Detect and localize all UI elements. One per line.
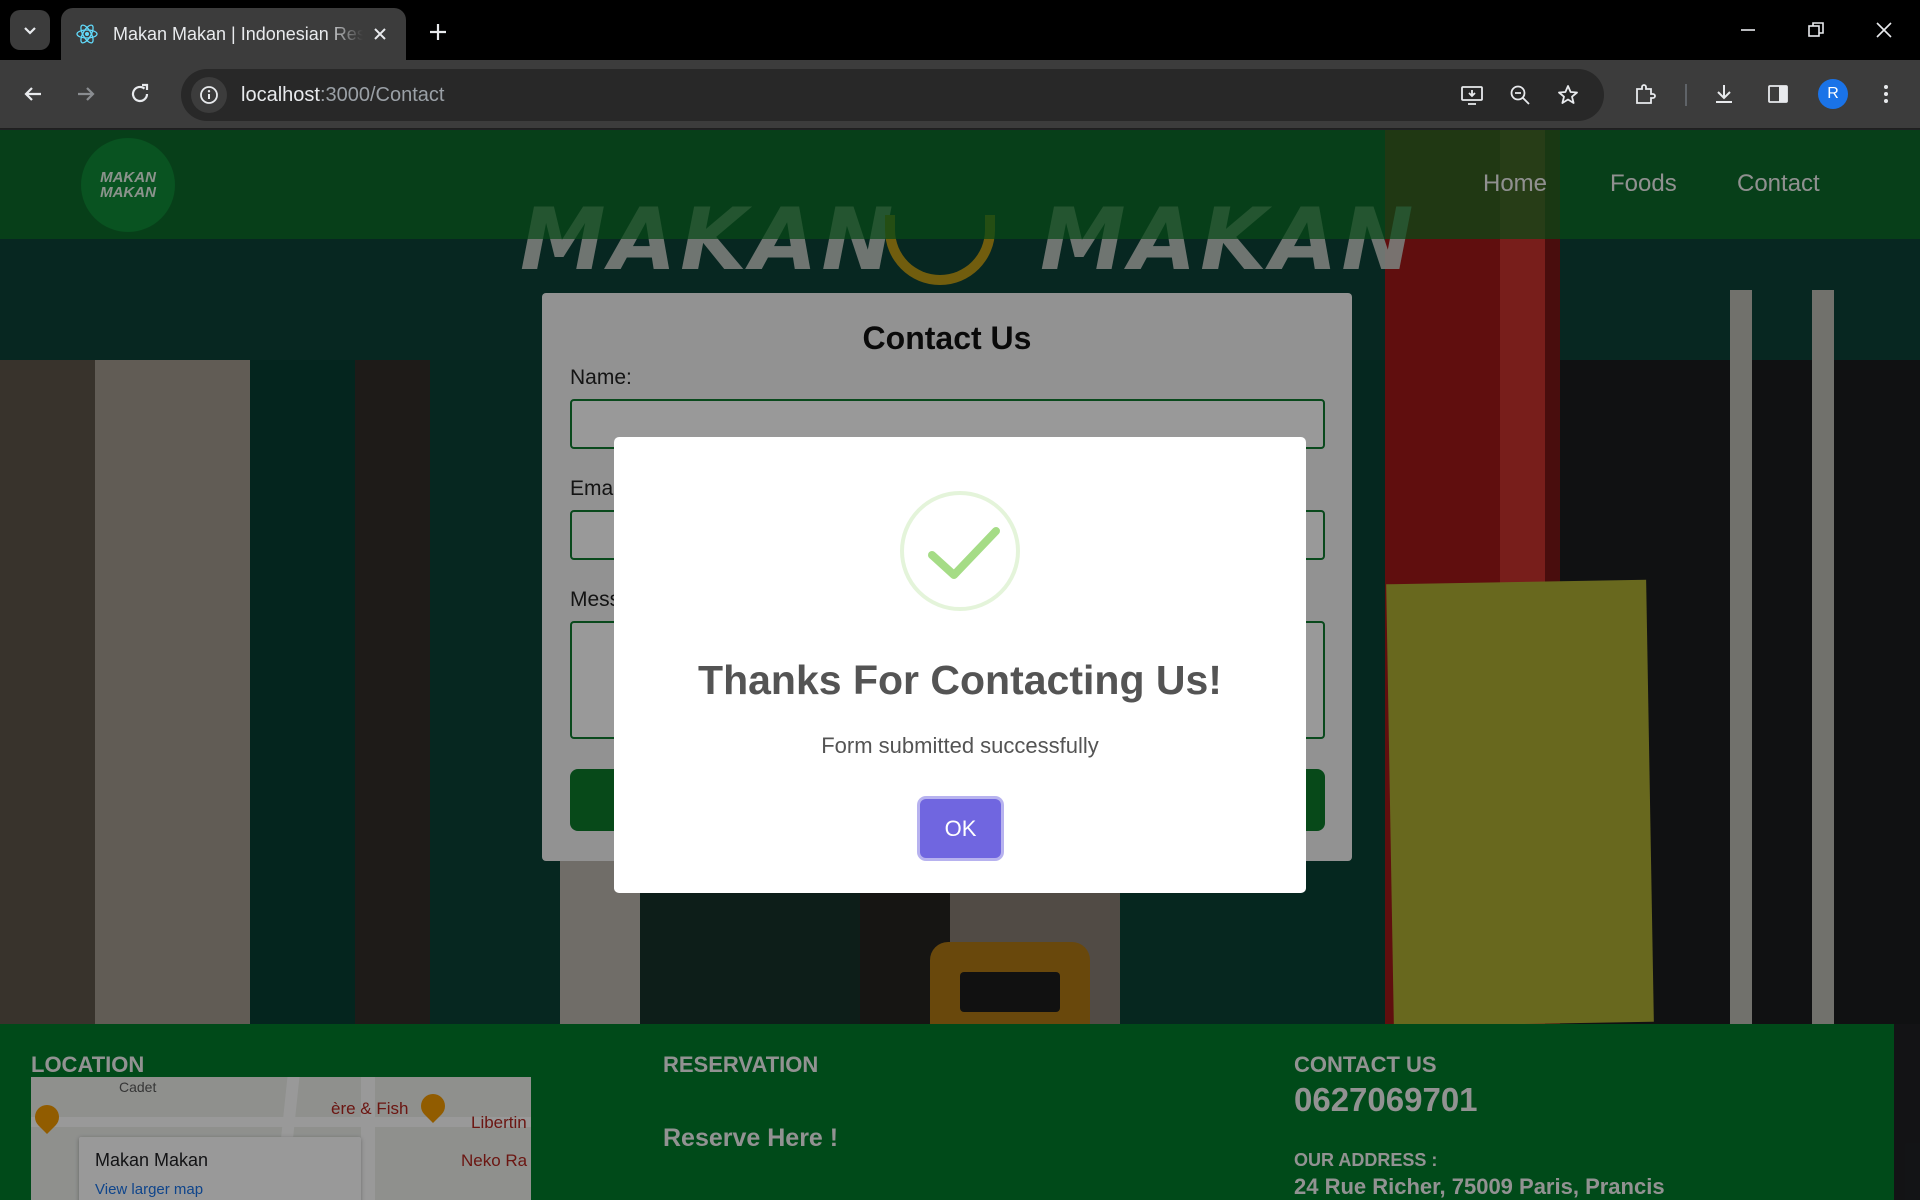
info-icon [200,86,218,104]
download-icon [1716,85,1732,103]
arrow-left-icon [24,87,41,101]
install-app-button[interactable] [1454,77,1490,113]
reload-icon [131,83,149,103]
window-minimize-button[interactable] [1726,8,1770,52]
close-icon [374,28,386,40]
profile-avatar[interactable]: R [1818,79,1848,109]
ok-button[interactable]: OK [920,799,1001,858]
more-vertical-icon [1884,85,1888,103]
url-host: localhost [241,83,320,106]
plus-icon [430,24,446,40]
page-viewport: MAKAN MAKAN MAKAN MAKAN Home Foods Conta… [0,130,1920,1200]
tab-close-button[interactable] [368,22,392,46]
reload-button[interactable] [118,72,162,116]
window-restore-button[interactable] [1794,8,1838,52]
zoom-out-icon [1510,85,1530,105]
dialog-message: Form submitted successfully [821,733,1099,758]
tab-search-button[interactable] [10,10,50,50]
back-button[interactable] [11,72,55,116]
star-icon [1558,85,1578,104]
tab-title: Makan Makan | Indonesian Restaurant [113,23,363,44]
browser-toolbar: localhost:3000/Contact R [0,60,1920,129]
browser-tab-active[interactable]: Makan Makan | Indonesian Restaurant [61,8,406,60]
chevron-down-icon [24,27,36,35]
restore-icon [1808,22,1824,37]
downloads-button[interactable] [1702,72,1746,116]
side-panel-button[interactable] [1756,72,1800,116]
react-favicon-icon [76,24,98,44]
minimize-icon [1741,29,1755,31]
dialog-title: Thanks For Contacting Us! [698,657,1222,703]
url-path: :3000/Contact [319,83,445,106]
zoom-button[interactable] [1502,77,1538,113]
puzzle-icon [1636,84,1656,104]
browser-menu-button[interactable] [1864,72,1908,116]
extensions-button[interactable] [1623,72,1667,116]
arrow-right-icon [78,87,95,101]
window-close-button[interactable] [1862,8,1906,52]
address-bar[interactable]: localhost:3000/Contact [181,69,1604,121]
install-desktop-icon [1461,86,1483,105]
url-text: localhost:3000/Contact [241,84,444,107]
success-dialog: Thanks For Contacting Us! Form submitted… [614,437,1306,893]
site-info-button[interactable] [191,77,227,113]
bookmark-button[interactable] [1550,77,1586,113]
checkmark-icon [928,527,1000,579]
new-tab-button[interactable] [420,14,456,50]
toolbar-separator [1685,84,1687,106]
browser-tab-strip: Makan Makan | Indonesian Restaurant [0,0,1920,60]
side-panel-icon [1768,85,1788,103]
forward-button[interactable] [64,72,108,116]
success-check-icon [900,491,1020,611]
close-icon [1876,22,1892,38]
